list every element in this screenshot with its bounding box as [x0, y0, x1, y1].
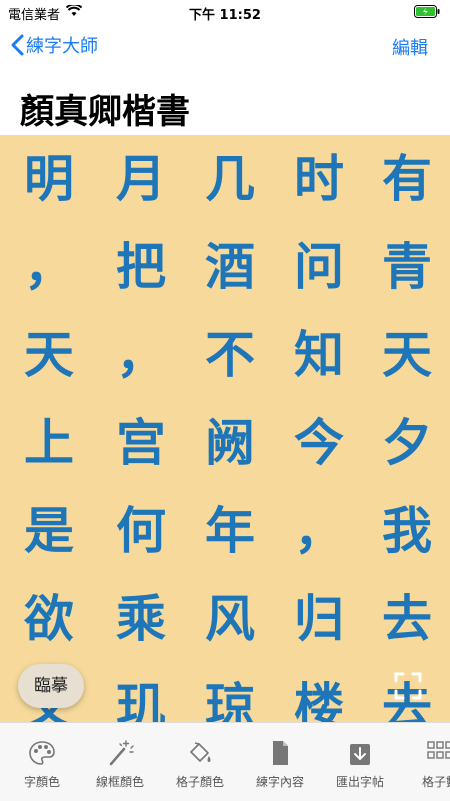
grid-cell[interactable]: 宫: [106, 399, 176, 487]
page-title: 顏真卿楷書: [20, 92, 190, 132]
grid-cell[interactable]: 何: [106, 487, 176, 575]
back-label: 練字大師: [26, 36, 98, 57]
grid-cell[interactable]: 有: [372, 135, 442, 223]
battery-icon: [414, 5, 440, 18]
grid-cell[interactable]: 年: [195, 487, 265, 575]
grid-cell[interactable]: ，: [14, 223, 84, 311]
grid-cell[interactable]: 天: [372, 311, 442, 399]
grid-cell[interactable]: 明: [14, 135, 84, 223]
grid-cell[interactable]: 风: [195, 575, 265, 663]
grid-cell[interactable]: 上: [14, 399, 84, 487]
grid-icon: [427, 741, 450, 759]
toolbar-item-export[interactable]: 匯出字帖: [318, 723, 402, 801]
toolbar-item-label: 線框顏色: [95, 775, 144, 789]
toolbar-item-label: 字顏色: [23, 775, 60, 789]
toolbar-item-practice-content[interactable]: 練字內容: [238, 723, 322, 801]
back-button[interactable]: 練字大師: [10, 32, 98, 58]
grid-cell[interactable]: 是: [14, 487, 84, 575]
grid-cell[interactable]: 乘: [106, 575, 176, 663]
chevron-left-icon: [11, 34, 24, 56]
grid-cell[interactable]: 问: [284, 223, 354, 311]
grid-cell[interactable]: 酒: [195, 223, 265, 311]
grid-cell[interactable]: 把: [106, 223, 176, 311]
toolbar-item-grid-count[interactable]: 格子數: [398, 723, 450, 801]
bottom-toolbar: 字顏色 線框顏色 格子顏色 練字內容 匯出字帖 格子: [0, 722, 450, 801]
grid-cell[interactable]: 琼: [195, 663, 265, 722]
status-time: 下午 11:52: [189, 8, 261, 23]
toolbar-item-label: 格子顏色: [175, 775, 224, 789]
grid-cell[interactable]: 阙: [195, 399, 265, 487]
grid-cell[interactable]: 楼: [284, 663, 354, 722]
grid-cell[interactable]: 不: [195, 311, 265, 399]
grid-cell[interactable]: 几: [195, 135, 265, 223]
grid-cell[interactable]: 时: [284, 135, 354, 223]
grid-cell[interactable]: 青: [372, 223, 442, 311]
grid-cell[interactable]: 天: [14, 311, 84, 399]
palette-icon: [29, 741, 55, 765]
status-bar: 電信業者 下午 11:52: [0, 0, 450, 24]
toolbar-item-char-color[interactable]: 字顏色: [0, 723, 84, 801]
grid-cell[interactable]: ，: [284, 487, 354, 575]
toolbar-item-label: 格子數: [421, 775, 450, 789]
grid-cell[interactable]: 夕: [372, 399, 442, 487]
grid-cell[interactable]: 我: [372, 487, 442, 575]
navigation-bar: 練字大師 編輯: [0, 28, 450, 64]
grid-cell[interactable]: ，: [106, 311, 176, 399]
trace-button[interactable]: 臨摹: [18, 664, 84, 708]
document-icon: [273, 741, 288, 765]
toolbar-item-label: 匯出字帖: [335, 775, 384, 789]
magic-wand-icon: [109, 740, 134, 766]
toolbar-item-grid-color[interactable]: 格子顏色: [158, 723, 242, 801]
grid-cell[interactable]: 归: [284, 575, 354, 663]
grid-cell[interactable]: 去: [372, 575, 442, 663]
grid-cell[interactable]: 知: [284, 311, 354, 399]
fullscreen-icon[interactable]: [394, 672, 422, 700]
paint-bucket-icon: [190, 742, 211, 762]
toolbar-item-frame-color[interactable]: 線框顏色: [78, 723, 162, 801]
export-icon: [350, 744, 370, 765]
grid-cell[interactable]: 今: [284, 399, 354, 487]
calligraphy-grid[interactable]: 有 青 天 夕 我 去 去 时 问 知 今 ， 归 楼 几 酒 不 阙 年 风 …: [0, 135, 450, 722]
grid-cell[interactable]: 欲: [14, 575, 84, 663]
grid-cell[interactable]: 玑: [106, 663, 176, 722]
toolbar-item-label: 練字內容: [255, 775, 304, 789]
edit-button[interactable]: 編輯: [392, 34, 428, 60]
grid-cell[interactable]: 月: [106, 135, 176, 223]
